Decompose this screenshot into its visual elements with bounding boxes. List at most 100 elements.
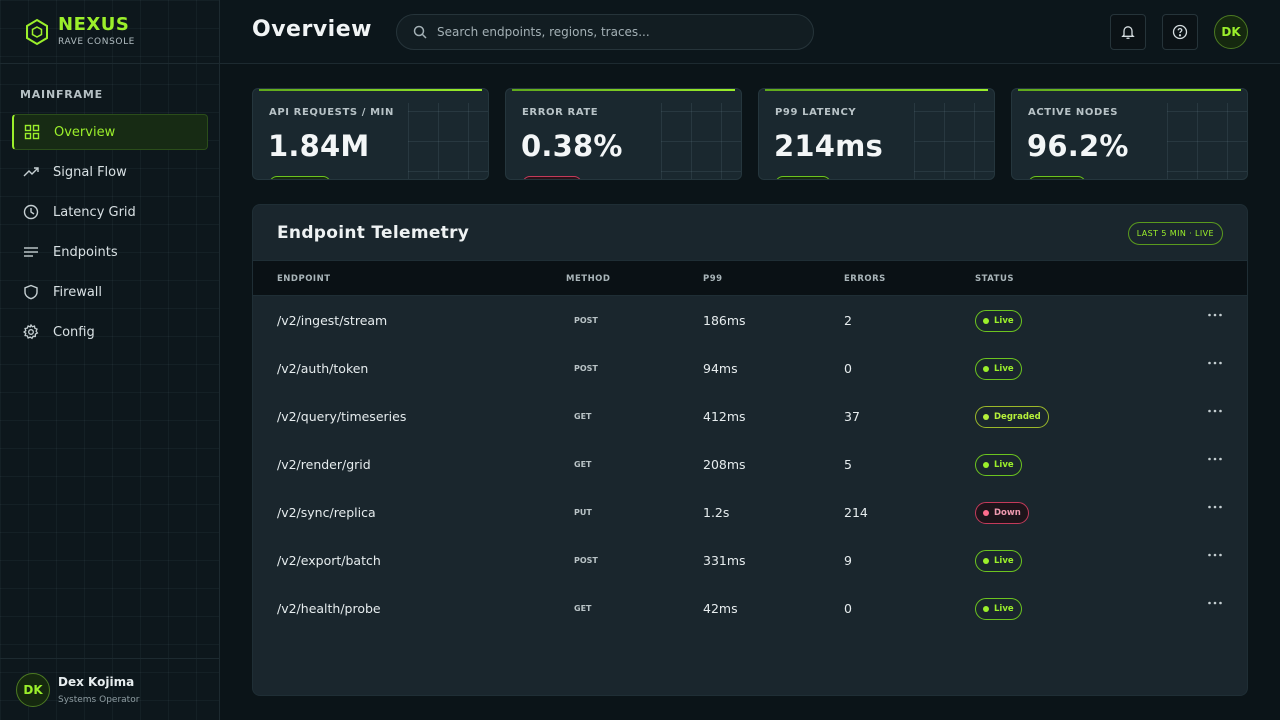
endpoint-path: /v2/export/batch	[277, 553, 381, 568]
notifications-button[interactable]	[1110, 14, 1146, 50]
endpoint-telemetry-panel: Endpoint Telemetry LAST 5 MIN · LIVE END…	[252, 204, 1248, 696]
trend-pill	[1028, 176, 1086, 179]
errors-value: 214	[844, 505, 868, 520]
top-header: Overview DK	[220, 0, 1280, 64]
avatar: DK	[16, 672, 50, 707]
header-avatar[interactable]: DK	[1214, 15, 1248, 49]
sidebar-item-firewall[interactable]: Firewall	[12, 274, 208, 310]
brand[interactable]: NEXUS RAVE CONSOLE	[0, 0, 219, 64]
table-row[interactable]: /v2/render/grid GET 208ms 5 Live	[253, 441, 1247, 489]
sidebar-item-label: Firewall	[53, 284, 103, 300]
sidebar: NEXUS RAVE CONSOLE MAINFRAME Overview Si…	[0, 0, 220, 720]
p99-value: 186ms	[703, 313, 746, 328]
user-role: Systems Operator	[58, 694, 140, 705]
sidebar-item-label: Endpoints	[53, 244, 118, 260]
hexagon-logo-icon	[26, 18, 48, 45]
status-dot	[983, 558, 989, 564]
errors-value: 5	[844, 457, 852, 472]
row-menu-button[interactable]	[1207, 595, 1223, 611]
errors-value: 0	[844, 601, 852, 616]
more-dots-icon	[1208, 601, 1222, 605]
sidebar-item-label: Signal Flow	[53, 164, 127, 180]
method-tag: POST	[574, 556, 598, 565]
sidebar-item-label: Latency Grid	[53, 204, 136, 220]
kpi-value: 214ms	[774, 129, 884, 163]
table-row[interactable]: /v2/export/batch POST 331ms 9 Live	[253, 537, 1247, 585]
status-label: Live	[994, 604, 1014, 614]
row-menu-button[interactable]	[1207, 355, 1223, 371]
row-menu-button[interactable]	[1207, 547, 1223, 563]
gear-icon	[23, 324, 39, 340]
endpoint-path: /v2/render/grid	[277, 457, 371, 472]
status-dot	[983, 606, 989, 612]
brand-subtitle: RAVE CONSOLE	[58, 37, 135, 47]
user-name: Dex Kojima	[58, 674, 135, 689]
table-row[interactable]: /v2/health/probe GET 42ms 0 Live	[253, 585, 1247, 633]
kpi-value: 1.84M	[268, 129, 370, 163]
sidebar-item-config[interactable]: Config	[12, 314, 208, 350]
status-label: Live	[994, 460, 1014, 470]
row-menu-button[interactable]	[1207, 451, 1223, 467]
row-menu-button[interactable]	[1207, 307, 1223, 323]
errors-value: 2	[844, 313, 852, 328]
sidebar-item-label: Config	[53, 324, 95, 340]
sidebar-item-signal-flow[interactable]: Signal Flow	[12, 154, 208, 190]
errors-value: 9	[844, 553, 852, 568]
status-label: Live	[994, 364, 1014, 374]
sidebar-item-overview[interactable]: Overview	[12, 114, 208, 150]
kpi-label: P99 LATENCY	[775, 107, 857, 118]
column-header-errors[interactable]: ERRORS	[844, 274, 886, 284]
help-button[interactable]	[1162, 14, 1198, 50]
endpoint-path: /v2/query/timeseries	[277, 409, 407, 424]
more-dots-icon	[1208, 553, 1222, 557]
method-tag: GET	[574, 604, 592, 613]
kpi-card-error-rate: ERROR RATE 0.38%	[505, 88, 742, 180]
grid-decoration	[914, 103, 994, 179]
column-header-status[interactable]: STATUS	[975, 274, 1014, 284]
endpoint-path: /v2/health/probe	[277, 601, 381, 616]
row-menu-button[interactable]	[1207, 403, 1223, 419]
column-header-method[interactable]: METHOD	[566, 274, 610, 284]
trend-pill	[522, 176, 582, 179]
status-badge: Live	[975, 358, 1022, 380]
errors-value: 0	[844, 361, 852, 376]
kpi-card-active-nodes: ACTIVE NODES 96.2%	[1011, 88, 1248, 180]
help-icon	[1172, 24, 1188, 40]
table-row[interactable]: /v2/ingest/stream POST 186ms 2 Live	[253, 297, 1247, 345]
method-tag: POST	[574, 316, 598, 325]
kpi-value: 96.2%	[1027, 129, 1129, 163]
nav-section-label: MAINFRAME	[20, 88, 103, 101]
shield-icon	[23, 284, 39, 300]
endpoint-path: /v2/auth/token	[277, 361, 369, 376]
status-dot	[983, 414, 989, 420]
bell-icon	[1121, 26, 1135, 39]
brand-name: NEXUS	[58, 14, 130, 35]
status-dot	[983, 366, 989, 372]
endpoint-path: /v2/ingest/stream	[277, 313, 388, 328]
status-badge: Live	[975, 310, 1022, 332]
status-badge: Degraded	[975, 406, 1049, 428]
user-profile[interactable]: DK Dex Kojima Systems Operator	[0, 658, 219, 720]
kpi-card-api-requests: API REQUESTS / MIN 1.84M	[252, 88, 489, 180]
column-header-endpoint[interactable]: ENDPOINT	[277, 274, 331, 284]
more-dots-icon	[1208, 505, 1222, 509]
endpoint-path: /v2/sync/replica	[277, 505, 376, 520]
grid-decoration	[661, 103, 741, 179]
search-input[interactable]	[437, 25, 797, 39]
row-menu-button[interactable]	[1207, 499, 1223, 515]
trend-pill	[775, 176, 831, 179]
trend-pill	[269, 176, 331, 179]
live-badge: LAST 5 MIN · LIVE	[1127, 222, 1223, 245]
table-row[interactable]: /v2/query/timeseries GET 412ms 37 Degrad…	[253, 393, 1247, 441]
method-tag: GET	[574, 412, 592, 421]
column-header-p99[interactable]: P99	[703, 274, 723, 284]
grid-icon	[24, 124, 40, 140]
sidebar-item-latency-grid[interactable]: Latency Grid	[12, 194, 208, 230]
status-label: Down	[994, 508, 1021, 518]
search-bar[interactable]	[396, 14, 814, 50]
table-row[interactable]: /v2/sync/replica PUT 1.2s 214 Down	[253, 489, 1247, 537]
kpi-label: ERROR RATE	[522, 107, 599, 118]
sidebar-item-endpoints[interactable]: Endpoints	[12, 234, 208, 270]
table-row[interactable]: /v2/auth/token POST 94ms 0 Live	[253, 345, 1247, 393]
sidebar-nav: Overview Signal Flow Latency Grid Endpoi…	[12, 114, 208, 354]
